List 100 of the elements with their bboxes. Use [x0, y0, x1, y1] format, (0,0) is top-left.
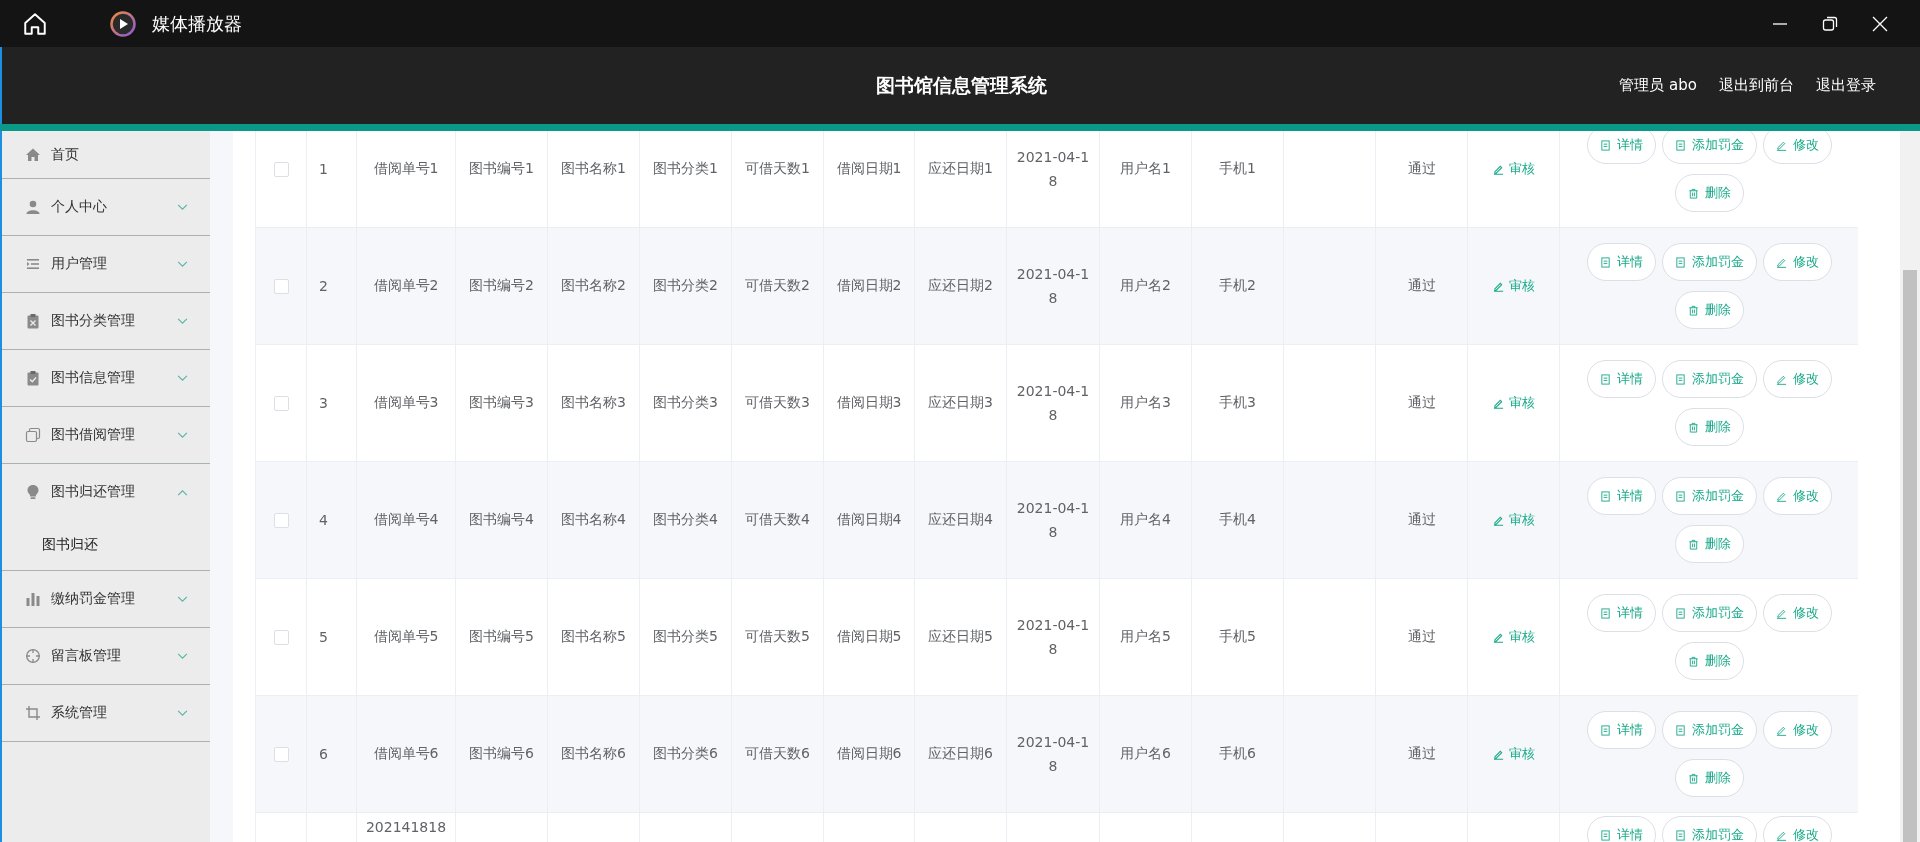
table-cell: 可借天数4 — [745, 511, 810, 529]
review-link[interactable]: 审核 — [1492, 394, 1535, 412]
action-button[interactable]: 修改 — [1763, 360, 1832, 398]
menu-icon — [25, 313, 41, 329]
table-cell: 图书分类1 — [653, 160, 718, 178]
action-button[interactable]: 删除 — [1675, 642, 1744, 680]
table-cell: 通过 — [1407, 628, 1436, 646]
menu-icon — [25, 256, 41, 272]
scrollbar-thumb[interactable] — [1903, 270, 1917, 842]
sidebar-item[interactable]: 首页 — [2, 131, 210, 178]
row-checkbox[interactable] — [273, 161, 289, 177]
home-icon[interactable] — [22, 10, 48, 37]
action-button[interactable]: 修改 — [1763, 477, 1832, 515]
menu-icon — [25, 591, 41, 607]
action-button[interactable]: 删除 — [1675, 174, 1744, 212]
table-cell: 借阅单号4 — [373, 511, 439, 529]
action-button[interactable]: 添加罚金 — [1662, 594, 1757, 632]
table-cell: 通过 — [1407, 394, 1436, 412]
action-button[interactable]: 修改 — [1763, 243, 1832, 281]
table-cell-text: 2021-04-18 — [1015, 265, 1091, 308]
chevron-icon — [177, 488, 188, 496]
action-button[interactable]: 详情 — [1587, 594, 1656, 632]
review-link[interactable]: 审核 — [1492, 745, 1535, 763]
row-checkbox[interactable] — [273, 278, 289, 294]
action-button[interactable]: 删除 — [1675, 525, 1744, 563]
row-checkbox[interactable] — [273, 512, 289, 528]
table-cell: 图书分类6 — [653, 745, 718, 763]
sidebar-item[interactable]: 系统管理 — [2, 685, 210, 741]
table-cell: 图书分类5 — [653, 628, 718, 646]
pen-icon — [1492, 631, 1504, 643]
header-link[interactable]: 退出登录 — [1816, 76, 1876, 95]
menu-icon — [25, 648, 41, 664]
pen-icon — [1776, 373, 1787, 385]
row-number: 4 — [319, 512, 328, 528]
sidebar-item[interactable]: 留言板管理 — [2, 628, 210, 684]
sidebar-item[interactable]: 缴纳罚金管理 — [2, 571, 210, 627]
sidebar-subitem[interactable]: 图书归还 — [2, 520, 98, 570]
review-link[interactable]: 审核 — [1492, 628, 1535, 646]
sidebar-item[interactable]: 用户管理 — [2, 236, 210, 292]
sidebar-item[interactable]: 个人中心 — [2, 179, 210, 235]
review-link[interactable]: 审核 — [1492, 511, 1535, 529]
action-button[interactable]: 修改 — [1763, 131, 1832, 164]
chevron-icon — [177, 374, 188, 382]
menu-icon — [25, 146, 41, 163]
pen-icon — [1776, 490, 1787, 502]
pen-icon — [1776, 139, 1787, 151]
action-button[interactable]: 详情 — [1587, 360, 1656, 398]
action-button[interactable]: 添加罚金 — [1662, 816, 1757, 842]
sidebar-item[interactable]: 图书借阅管理 — [2, 407, 210, 463]
table-cell-text: 2021-04-18 — [1015, 616, 1091, 659]
review-link[interactable]: 审核 — [1492, 160, 1535, 178]
table-cell: 应还日期5 — [928, 628, 993, 646]
sidebar-item[interactable]: 图书分类管理 — [2, 293, 210, 349]
sidebar-item[interactable]: 图书信息管理 — [2, 350, 210, 406]
table-cell: 通过 — [1407, 511, 1436, 529]
sidebar-item[interactable]: 图书归还管理 — [2, 464, 210, 520]
action-button[interactable]: 删除 — [1675, 408, 1744, 446]
row-checkbox[interactable] — [273, 629, 289, 645]
action-button[interactable]: 修改 — [1763, 594, 1832, 632]
action-button[interactable]: 详情 — [1587, 243, 1656, 281]
table-cell: 借阅日期5 — [836, 628, 902, 646]
menu-icon — [25, 705, 41, 721]
table-cell: 用户名3 — [1120, 394, 1171, 412]
table-cell: 手机1 — [1219, 160, 1256, 178]
table-cell: 应还日期3 — [928, 394, 993, 412]
action-button[interactable]: 修改 — [1763, 711, 1832, 749]
action-button[interactable]: 添加罚金 — [1662, 131, 1757, 164]
row-checkbox[interactable] — [273, 746, 289, 762]
action-button[interactable]: 详情 — [1587, 131, 1656, 164]
table-cell-text: 2021-04-18 — [1015, 148, 1091, 191]
table-cell: 手机4 — [1219, 511, 1256, 529]
table-cell: 通过 — [1407, 160, 1436, 178]
document-icon — [1675, 829, 1686, 841]
action-button[interactable]: 添加罚金 — [1662, 711, 1757, 749]
action-button[interactable]: 详情 — [1587, 816, 1656, 842]
row-checkbox[interactable] — [273, 395, 289, 411]
table-cell: 借阅单号6 — [373, 745, 439, 763]
table-cell: 图书编号1 — [469, 160, 534, 178]
action-button[interactable]: 添加罚金 — [1662, 360, 1757, 398]
action-button[interactable]: 详情 — [1587, 477, 1656, 515]
action-button[interactable]: 删除 — [1675, 291, 1744, 329]
table-cell: 应还日期4 — [928, 511, 993, 529]
action-button[interactable]: 添加罚金 — [1662, 243, 1757, 281]
document-icon — [1675, 607, 1686, 619]
action-button[interactable]: 详情 — [1587, 711, 1656, 749]
action-button[interactable]: 添加罚金 — [1662, 477, 1757, 515]
header-link[interactable]: 退出到前台 — [1719, 76, 1794, 95]
admin-name: 管理员 abo — [1619, 76, 1697, 95]
action-button[interactable]: 修改 — [1763, 816, 1832, 842]
table-cell: 图书分类2 — [653, 277, 718, 295]
table-cell: 图书名称4 — [561, 511, 626, 529]
table-cell: 可借天数5 — [745, 628, 810, 646]
play-icon — [110, 10, 136, 37]
review-link[interactable]: 审核 — [1492, 277, 1535, 295]
chevron-icon — [177, 595, 188, 603]
table-cell: 用户名6 — [1120, 745, 1171, 763]
action-button[interactable]: 删除 — [1675, 759, 1744, 797]
table-cell: 图书名称1 — [561, 160, 626, 178]
document-icon — [1675, 256, 1686, 268]
table-cell: 图书编号2 — [469, 277, 534, 295]
